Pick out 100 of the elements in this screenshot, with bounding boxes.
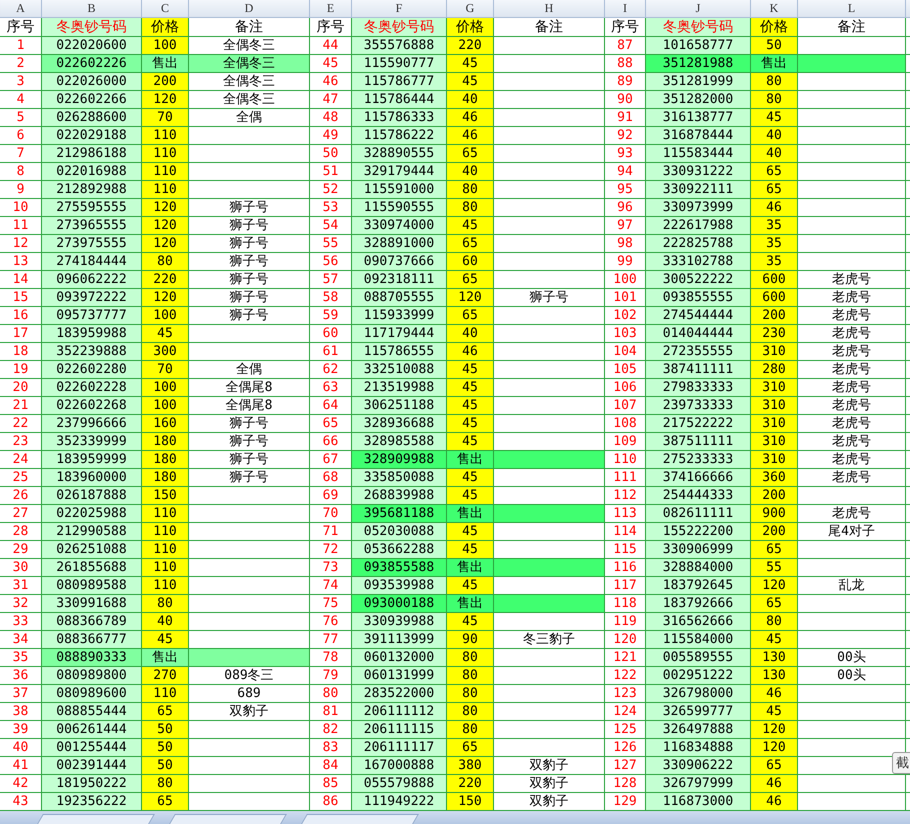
table-cell: 326797999	[646, 775, 751, 793]
table-cell: 120	[142, 217, 189, 235]
table-cell: 45	[447, 523, 494, 541]
table-cell: 279833333	[646, 379, 751, 397]
table-cell: 80	[142, 775, 189, 793]
table-cell: 70	[142, 109, 189, 127]
table-cell: 272355555	[646, 343, 751, 361]
table-cell: 237996666	[42, 415, 142, 433]
table-cell: 330922111	[646, 181, 751, 199]
table-header: 备注	[189, 18, 310, 37]
table-cell: 160	[142, 415, 189, 433]
table-cell: 222617988	[646, 217, 751, 235]
table-cell: 300522222	[646, 271, 751, 289]
table-cell: 092318111	[352, 271, 447, 289]
table-header: 冬奥钞号码	[42, 18, 142, 37]
table-cell: 273975555	[42, 235, 142, 253]
table-cell: 080989600	[42, 685, 142, 703]
column-header[interactable]: G	[447, 0, 494, 18]
table-cell: 售出	[447, 505, 494, 523]
table-cell: 014044444	[646, 325, 751, 343]
table-cell: 狮子号	[189, 307, 310, 325]
table-cell: 80	[142, 595, 189, 613]
table-cell: 088705555	[352, 289, 447, 307]
column-header[interactable]: D	[189, 0, 310, 18]
sheet-tab[interactable]	[169, 814, 287, 824]
column-header[interactable]: L	[798, 0, 906, 18]
table-cell: 双豹子	[494, 757, 605, 775]
table-cell: 060132000	[352, 649, 447, 667]
table-cell: 全偶冬三	[189, 55, 310, 73]
table-cell: 狮子号	[189, 289, 310, 307]
table-cell: 088855444	[42, 703, 142, 721]
table-cell: 46	[447, 343, 494, 361]
table-cell: 689	[189, 685, 310, 703]
column-header[interactable]: E	[310, 0, 352, 18]
column-header[interactable]: A	[0, 0, 42, 18]
table-cell: 220	[447, 775, 494, 793]
column-header[interactable]: F	[352, 0, 447, 18]
table-cell: 096062222	[42, 271, 142, 289]
table-cell: 330906999	[646, 541, 751, 559]
table-cell: 093539988	[352, 577, 447, 595]
table-cell: 310	[751, 343, 798, 361]
table-cell: 900	[751, 505, 798, 523]
sheet-tab[interactable]	[301, 814, 419, 824]
table-cell: 088366789	[42, 613, 142, 631]
table-cell: 093972222	[42, 289, 142, 307]
table-cell: 115786555	[352, 343, 447, 361]
table-cell: 022602268	[42, 397, 142, 415]
table-cell: 230	[751, 325, 798, 343]
table-cell: 115786777	[352, 73, 447, 91]
table-cell: 115786333	[352, 109, 447, 127]
column-header[interactable]: B	[42, 0, 142, 18]
table-cell: 80	[447, 649, 494, 667]
table-cell: 330974000	[352, 217, 447, 235]
column-header[interactable]: K	[751, 0, 798, 18]
table-cell: 110	[142, 181, 189, 199]
table-cell: 售出	[751, 55, 798, 73]
table-cell: 093000188	[352, 595, 447, 613]
table-cell: 110	[142, 163, 189, 181]
screenshot-button[interactable]: 截	[892, 752, 910, 774]
table-cell: 005589555	[646, 649, 751, 667]
table-cell: 45	[447, 487, 494, 505]
table-cell: 026288600	[42, 109, 142, 127]
table-cell: 110	[142, 127, 189, 145]
table-cell: 46	[751, 199, 798, 217]
table-cell: 双豹子	[494, 775, 605, 793]
table-cell: 45	[447, 433, 494, 451]
table-header: 冬奥钞号码	[646, 18, 751, 37]
column-header[interactable]: J	[646, 0, 751, 18]
table-cell: 40	[751, 145, 798, 163]
table-cell: 275233333	[646, 451, 751, 469]
table-cell: 全偶冬三	[189, 91, 310, 109]
table-cell: 65	[447, 739, 494, 757]
table-cell: 022020600	[42, 37, 142, 55]
table-cell: 120	[751, 739, 798, 757]
table-cell: 330931222	[646, 163, 751, 181]
column-header[interactable]: H	[494, 0, 605, 18]
table-cell: 183959988	[42, 325, 142, 343]
column-header[interactable]: I	[605, 0, 646, 18]
table-cell: 387411111	[646, 361, 751, 379]
table-cell: 310	[751, 433, 798, 451]
table-cell: 080989800	[42, 667, 142, 685]
table-cell: 售出	[142, 649, 189, 667]
table-cell: 80	[447, 685, 494, 703]
table-cell: 022602266	[42, 91, 142, 109]
table-cell: 026251088	[42, 541, 142, 559]
table-cell: 183792666	[646, 595, 751, 613]
table-cell: 狮子号	[494, 289, 605, 307]
sheet-tab[interactable]	[37, 814, 155, 824]
table-cell: 328985588	[352, 433, 447, 451]
table-cell: 328891000	[352, 235, 447, 253]
table-cell: 115786222	[352, 127, 447, 145]
table-cell: 狮子号	[189, 253, 310, 271]
table-cell: 120	[142, 235, 189, 253]
table-cell: 006261444	[42, 721, 142, 739]
table-cell: 328909988	[352, 451, 447, 469]
table-cell: 116873000	[646, 793, 751, 811]
table-cell: 115591000	[352, 181, 447, 199]
table-cell: 65	[142, 703, 189, 721]
table-cell: 600	[751, 271, 798, 289]
column-header[interactable]: C	[142, 0, 189, 18]
